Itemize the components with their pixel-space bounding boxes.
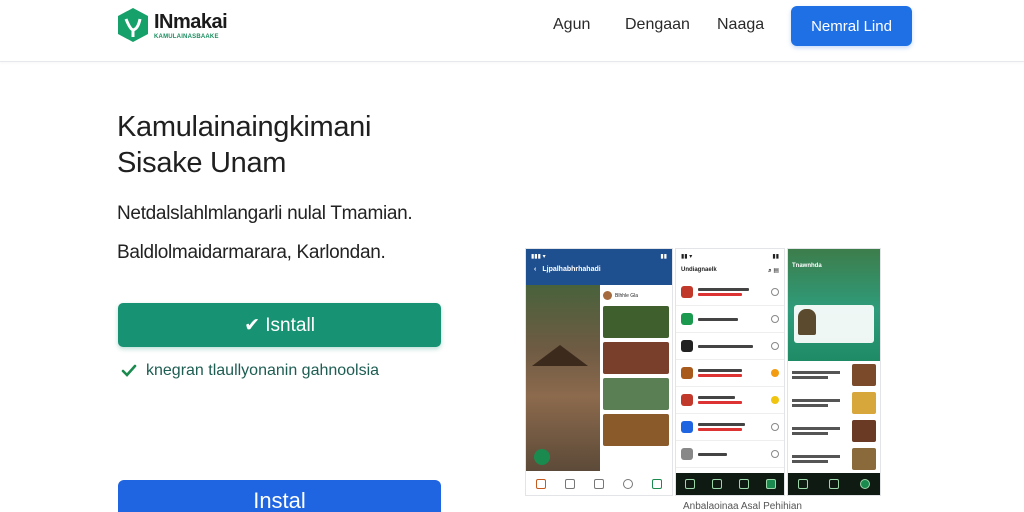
phone3-hero: Tnawnhda <box>788 249 880 361</box>
bottom-nav <box>788 473 880 495</box>
install-button-primary[interactable]: ✔ Isntall <box>118 303 441 347</box>
back-icon: ‹ <box>534 266 537 273</box>
hero-title-line2: Sisake Unam <box>117 147 287 179</box>
nav-link-dengaan[interactable]: Dengaan <box>625 16 690 34</box>
feature-check-line: knegran tlaullyonanin gahnoolsia <box>121 362 379 380</box>
nav-link-naaga[interactable]: Naaga <box>717 16 764 34</box>
chat-icon <box>738 479 749 489</box>
logo-name: INmakai <box>154 10 228 33</box>
bottom-nav <box>676 473 784 495</box>
list-item <box>788 389 880 417</box>
phone3-title: Tnawnhda <box>792 263 822 269</box>
feature-check-text: knegran tlaullyonanin gahnoolsia <box>146 362 380 379</box>
hero-title-line1: Kamulainaingkimani <box>117 111 372 143</box>
app-bar: ‹ Ljpalhabhrhahadi <box>526 263 672 276</box>
install-button-secondary[interactable]: Instal <box>118 480 441 512</box>
list-item <box>603 306 669 338</box>
list-item <box>676 414 784 441</box>
active-tab-icon <box>859 479 870 489</box>
list-item <box>676 387 784 414</box>
avatar <box>603 291 612 300</box>
phone-screenshot-2: ▮▮ ▾ ▮▮ Undiagnaelk ⌕ ▤ <box>675 248 785 496</box>
logo-mark-icon <box>118 8 148 42</box>
list-item <box>676 360 784 387</box>
circle-icon <box>623 479 634 489</box>
search-icon <box>711 479 722 489</box>
app-screenshots: ▮▮▮ ▾ ▮▮ ‹ Ljpalhabhrhahadi Blhhle Gla ▮… <box>525 248 885 498</box>
home-icon <box>535 479 546 489</box>
phone-screenshot-1: ▮▮▮ ▾ ▮▮ ‹ Ljpalhabhrhahadi Blhhle Gla <box>525 248 673 496</box>
nav-link-agun[interactable]: Agun <box>553 16 590 34</box>
search-icon <box>828 479 839 489</box>
list-item <box>788 417 880 445</box>
status-bar: ▮▮▮ ▾ ▮▮ <box>531 253 667 260</box>
bottom-nav <box>526 473 672 495</box>
list-item <box>603 414 669 446</box>
check-icon <box>121 364 137 377</box>
phone1-list: Blhhle Gla <box>600 289 672 450</box>
phone1-item-label: Blhhle Gla <box>615 292 639 299</box>
active-tab-icon <box>765 479 776 489</box>
status-bar: ▮▮ ▾ ▮▮ <box>681 253 779 260</box>
profile-icon <box>652 479 663 489</box>
phone-screenshot-3: Tnawnhda <box>787 248 881 496</box>
hero-subtitle-1: Netdalslahlmlangarli nulal Tmamian. <box>117 203 413 224</box>
list-item <box>788 445 880 473</box>
doc-icon <box>593 479 604 489</box>
list-item <box>788 361 880 389</box>
list-item <box>676 441 784 468</box>
search-icon: ⌕ ▤ <box>768 268 779 274</box>
phone1-title: Ljpalhabhrhahadi <box>542 266 601 273</box>
list-item <box>603 378 669 410</box>
phone2-title: Undiagnaelk <box>681 267 717 273</box>
list-item <box>676 306 784 333</box>
temple-image <box>526 285 600 471</box>
logo-tagline: KAMULAINASBAAKE <box>154 33 219 40</box>
list-item <box>676 333 784 360</box>
home-icon <box>684 479 695 489</box>
fab-button <box>534 449 550 465</box>
hero-subtitle-2: Baldlolmaidarmarara, Karlondan. <box>117 242 386 263</box>
hero-title: Kamulainaingkimani Sisake Unam <box>117 109 371 181</box>
list-item <box>676 279 784 306</box>
top-header: INmakai KAMULAINASBAAKE Agun Dengaan Naa… <box>0 0 1024 62</box>
chat-icon <box>564 479 575 489</box>
logo[interactable]: INmakai KAMULAINASBAAKE <box>116 7 228 43</box>
header-cta-button[interactable]: Nemral Lind <box>791 6 912 46</box>
screenshots-caption: Anbalaoinaa Asal Pehihian <box>683 501 802 512</box>
doc-icon <box>798 479 809 489</box>
list-item <box>603 342 669 374</box>
person-image <box>798 309 816 335</box>
